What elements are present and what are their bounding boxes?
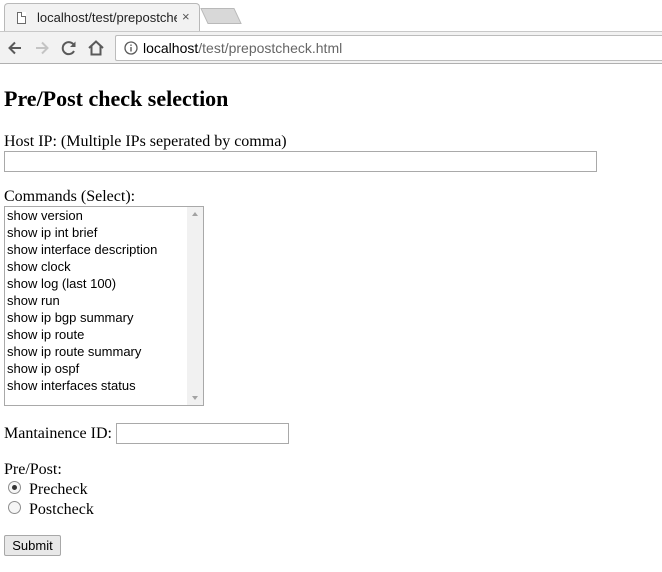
- precheck-label: Precheck: [29, 481, 88, 498]
- host-ip-label: Host IP: (Multiple IPs seperated by comm…: [4, 133, 287, 150]
- commands-select[interactable]: show version show ip int brief show inte…: [4, 206, 204, 406]
- reload-icon: [61, 41, 76, 56]
- command-option[interactable]: show ip int brief: [7, 224, 97, 241]
- host-ip-input[interactable]: [4, 151, 597, 172]
- radio-selected-dot: [12, 485, 17, 490]
- url-host: localhost: [143, 40, 199, 56]
- tab-strip: localhost/test/prepostche ×: [0, 0, 662, 31]
- tab-title: localhost/test/prepostche: [37, 10, 177, 25]
- postcheck-label: Postcheck: [29, 501, 94, 518]
- maintenance-id-input[interactable]: [116, 423, 289, 444]
- home-icon: [88, 40, 104, 56]
- browser-toolbar: localhost/test/prepostcheck.html: [0, 31, 662, 64]
- home-button[interactable]: [86, 38, 106, 58]
- scroll-down-arrow-icon[interactable]: [192, 396, 198, 400]
- submit-button[interactable]: Submit: [4, 535, 61, 556]
- command-option[interactable]: show version: [7, 207, 83, 224]
- page-icon: [17, 12, 26, 24]
- postcheck-radio[interactable]: [8, 501, 21, 514]
- command-option[interactable]: show ip route summary: [7, 343, 141, 360]
- precheck-radio[interactable]: [8, 481, 21, 494]
- reload-button[interactable]: [59, 38, 79, 58]
- command-option[interactable]: show ip ospf: [7, 360, 79, 377]
- browser-tab[interactable]: localhost/test/prepostche ×: [4, 3, 200, 31]
- forward-button[interactable]: [32, 38, 52, 58]
- scroll-up-arrow-icon[interactable]: [192, 212, 198, 216]
- url-text: localhost/test/prepostcheck.html: [143, 40, 342, 56]
- info-icon[interactable]: [124, 41, 138, 55]
- commands-scrollbar[interactable]: [187, 207, 203, 405]
- back-arrow-icon: [8, 41, 21, 55]
- commands-label: Commands (Select):: [4, 188, 136, 205]
- page-title: Pre/Post check selection: [4, 86, 229, 111]
- prepost-label: Pre/Post:: [4, 461, 62, 478]
- command-option[interactable]: show log (last 100): [7, 275, 116, 292]
- command-option[interactable]: show ip route: [7, 326, 84, 343]
- command-option[interactable]: show interfaces status: [7, 377, 136, 394]
- forward-arrow-icon: [36, 41, 49, 55]
- maintenance-id-label: Mantainence ID:: [4, 425, 112, 442]
- new-tab-button[interactable]: [200, 8, 242, 24]
- close-tab-icon[interactable]: ×: [182, 9, 190, 24]
- command-option[interactable]: show clock: [7, 258, 71, 275]
- command-option[interactable]: show ip bgp summary: [7, 309, 133, 326]
- command-option[interactable]: show run: [7, 292, 60, 309]
- address-bar[interactable]: localhost/test/prepostcheck.html: [115, 35, 662, 61]
- back-button[interactable]: [5, 38, 25, 58]
- url-path: /test/prepostcheck.html: [198, 40, 343, 56]
- command-option[interactable]: show interface description: [7, 241, 157, 258]
